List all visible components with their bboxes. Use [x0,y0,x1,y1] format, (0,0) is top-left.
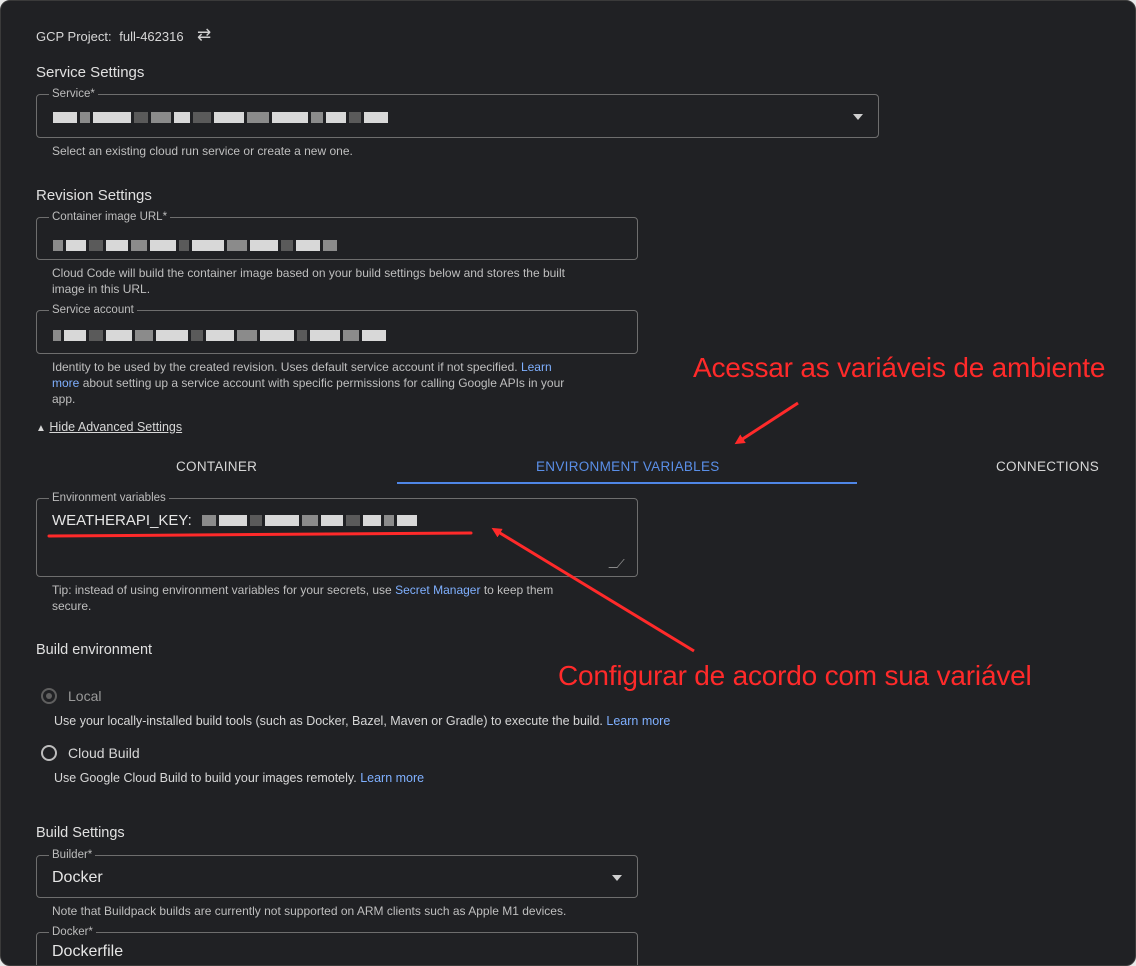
annotation-overlay [47,401,799,653]
cloud-run-deploy-panel: GCP Project: full-462316 ⇄ Service Setti… [0,0,1136,966]
arrow-to-env-value [491,527,695,653]
underline-env-variable [47,531,473,538]
arrow-to-env-tab [734,401,799,445]
